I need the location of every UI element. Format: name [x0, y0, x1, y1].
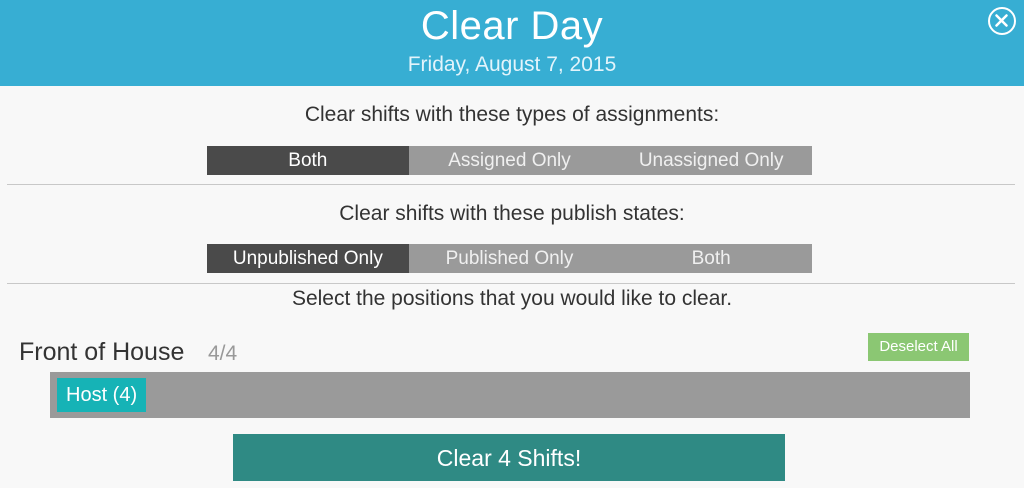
assignment-option-assigned-only[interactable]: Assigned Only	[408, 146, 611, 175]
assignment-option-unassigned-only[interactable]: Unassigned Only	[610, 146, 813, 175]
publish-option-published-only[interactable]: Published Only	[408, 244, 611, 273]
deselect-all-button[interactable]: Deselect All	[868, 333, 969, 361]
publish-state-selector: Unpublished Only Published Only Both	[207, 244, 813, 273]
position-chip-host[interactable]: Host (4)	[57, 378, 147, 412]
publish-prompt: Clear shifts with these publish states:	[339, 202, 685, 225]
publish-option-unpublished-only[interactable]: Unpublished Only	[207, 244, 409, 273]
assignment-type-selector: Both Assigned Only Unassigned Only	[207, 146, 813, 175]
modal-title: Clear Day	[420, 4, 604, 48]
close-button[interactable]	[988, 7, 1016, 35]
publish-option-both[interactable]: Both	[610, 244, 813, 273]
assignment-option-both[interactable]: Both	[207, 146, 409, 175]
section-divider	[7, 283, 1015, 284]
positions-prompt: Select the positions that you would like…	[291, 287, 733, 310]
modal-header: Clear Day Friday, August 7, 2015	[0, 0, 1024, 86]
close-icon	[995, 14, 1008, 27]
position-group-title: Front of House	[19, 338, 185, 366]
section-divider	[7, 184, 1015, 185]
assignment-prompt: Clear shifts with these types of assignm…	[304, 103, 720, 126]
positions-container: Host (4)	[50, 372, 970, 418]
modal-date: Friday, August 7, 2015	[407, 53, 617, 76]
clear-shifts-button[interactable]: Clear 4 Shifts!	[233, 434, 785, 481]
position-group-count: 4/4	[208, 342, 238, 365]
